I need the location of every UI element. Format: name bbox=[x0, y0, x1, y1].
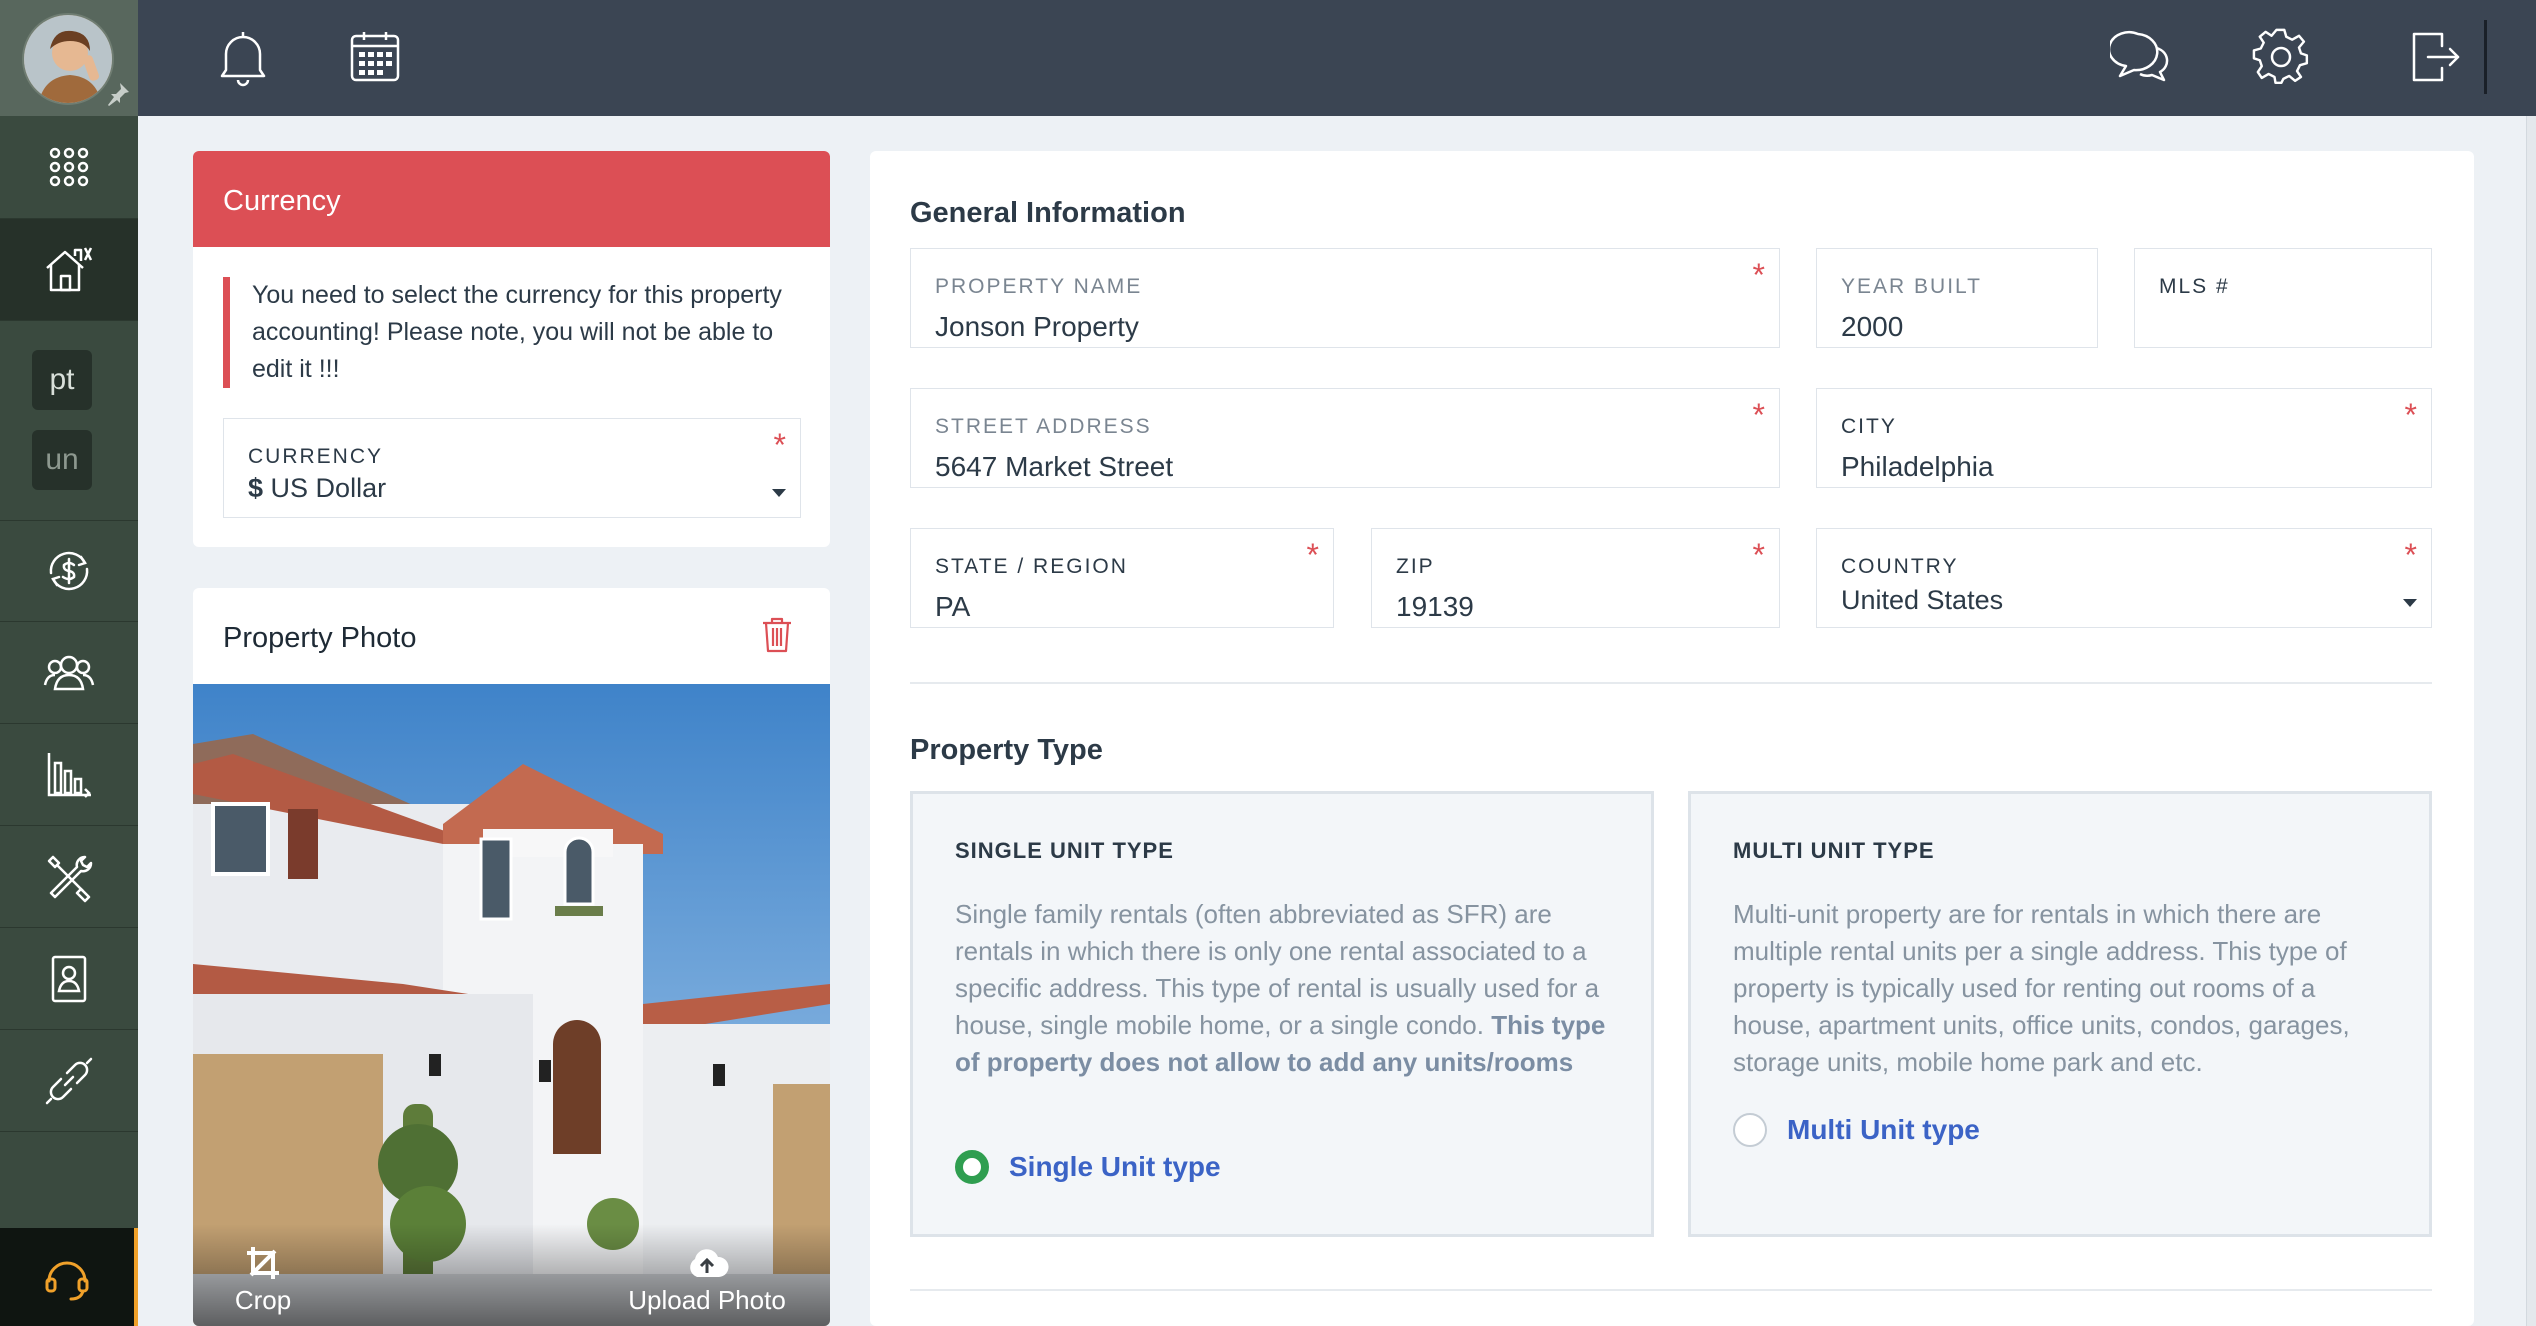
sidebar-item-accounting[interactable] bbox=[0, 520, 138, 622]
year-built-label: YEAR BUILT bbox=[1841, 275, 1982, 298]
sidebar-item-integrations[interactable] bbox=[0, 1030, 138, 1132]
required-marker: * bbox=[1752, 537, 1765, 573]
headset-icon bbox=[45, 1261, 89, 1301]
property-photo-title: Property Photo bbox=[223, 622, 417, 654]
logout-icon[interactable] bbox=[2404, 26, 2466, 88]
general-information-card: General Information PROPERTY NAME * Jons… bbox=[870, 151, 2474, 1326]
contacts-icon bbox=[43, 655, 95, 690]
mls-label: MLS # bbox=[2159, 275, 2230, 298]
single-unit-radio-option[interactable]: Single Unit type bbox=[955, 1150, 1221, 1184]
street-address-field[interactable]: STREET ADDRESS * 5647 Market Street bbox=[910, 388, 1780, 488]
property-shortcut-un[interactable]: un bbox=[32, 430, 92, 490]
property-name-value: Jonson Property bbox=[935, 311, 1139, 342]
sidebar: pt un bbox=[0, 0, 138, 1326]
properties-icon bbox=[46, 246, 93, 291]
multi-unit-heading: MULTI UNIT TYPE bbox=[1733, 838, 1935, 863]
multi-unit-radio[interactable] bbox=[1733, 1113, 1767, 1147]
chevron-down-icon bbox=[772, 489, 786, 497]
support-button[interactable] bbox=[0, 1228, 134, 1326]
currency-card-title: Currency bbox=[193, 151, 830, 247]
property-photo: Crop Upload Photo bbox=[193, 684, 830, 1326]
city-field[interactable]: CITY * Philadelphia bbox=[1816, 388, 2432, 488]
city-label: CITY bbox=[1841, 415, 1897, 438]
sidebar-item-properties[interactable] bbox=[0, 219, 138, 321]
currency-alert: You need to select the currency for this… bbox=[223, 277, 803, 388]
crop-label: Crop bbox=[234, 1285, 292, 1315]
multi-unit-radio-option[interactable]: Multi Unit type bbox=[1733, 1113, 1980, 1147]
accounting-icon bbox=[49, 551, 89, 591]
reports-icon bbox=[47, 752, 91, 798]
multi-unit-option-label: Multi Unit type bbox=[1787, 1114, 1980, 1145]
support-accent-edge bbox=[134, 1228, 138, 1326]
upload-photo-button[interactable]: Upload Photo bbox=[617, 1249, 797, 1316]
zip-label: ZIP bbox=[1396, 555, 1435, 578]
currency-select[interactable]: CURRENCY * $ US Dollar bbox=[223, 418, 801, 518]
currency-card: Currency You need to select the currency… bbox=[193, 151, 830, 547]
multi-unit-description: Multi-unit property are for rentals in w… bbox=[1733, 899, 2350, 1077]
zip-value: 19139 bbox=[1396, 591, 1474, 622]
topbar-separator bbox=[2484, 20, 2487, 94]
chevron-down-icon bbox=[2403, 599, 2417, 607]
state-region-value: PA bbox=[935, 591, 971, 622]
required-marker: * bbox=[2404, 397, 2417, 433]
state-region-label: STATE / REGION bbox=[935, 555, 1128, 578]
required-marker: * bbox=[1306, 537, 1319, 573]
single-unit-heading: SINGLE UNIT TYPE bbox=[955, 838, 1174, 863]
required-marker: * bbox=[1752, 397, 1765, 433]
property-shortcut-pt[interactable]: pt bbox=[32, 350, 92, 410]
trash-icon[interactable] bbox=[760, 616, 794, 654]
integrations-link-icon bbox=[45, 1057, 93, 1104]
documents-icon bbox=[51, 955, 87, 1002]
crop-icon bbox=[247, 1247, 279, 1279]
maintenance-tools-icon bbox=[47, 855, 93, 902]
property-name-label: PROPERTY NAME bbox=[935, 275, 1143, 298]
user-avatar-area bbox=[0, 0, 138, 116]
year-built-field[interactable]: YEAR BUILT 2000 bbox=[1816, 248, 2098, 348]
required-marker: * bbox=[773, 427, 786, 463]
required-marker: * bbox=[1752, 257, 1765, 293]
crop-button[interactable]: Crop bbox=[223, 1245, 303, 1316]
country-label: COUNTRY bbox=[1841, 555, 1959, 578]
section-divider bbox=[910, 1289, 2432, 1291]
state-region-field[interactable]: STATE / REGION * PA bbox=[910, 528, 1334, 628]
cloud-upload-icon bbox=[690, 1249, 729, 1277]
country-value: United States bbox=[1841, 585, 2004, 615]
chat-icon[interactable] bbox=[2110, 26, 2172, 88]
page-scrollbar[interactable] bbox=[2526, 116, 2536, 1326]
sidebar-item-maintenance[interactable] bbox=[0, 826, 138, 928]
bell-icon[interactable] bbox=[212, 26, 274, 88]
general-information-title: General Information bbox=[910, 197, 1186, 229]
mls-field[interactable]: MLS # bbox=[2134, 248, 2432, 348]
required-marker: * bbox=[2404, 537, 2417, 573]
single-unit-description: Single family rentals (often abbreviated… bbox=[955, 899, 1606, 1077]
year-built-value: 2000 bbox=[1841, 311, 1904, 342]
zip-field[interactable]: ZIP * 19139 bbox=[1371, 528, 1780, 628]
street-address-value: 5647 Market Street bbox=[935, 451, 1174, 482]
gear-icon[interactable] bbox=[2250, 26, 2312, 88]
street-address-label: STREET ADDRESS bbox=[935, 415, 1152, 438]
single-unit-radio[interactable] bbox=[955, 1150, 989, 1184]
property-photo-card: Property Photo Crop Upload Photo bbox=[193, 588, 830, 1326]
city-value: Philadelphia bbox=[1841, 451, 1994, 482]
calendar-icon[interactable] bbox=[344, 26, 406, 88]
section-divider bbox=[910, 682, 2432, 684]
topbar bbox=[138, 0, 2536, 116]
sidebar-item-documents[interactable] bbox=[0, 928, 138, 1030]
property-name-field[interactable]: PROPERTY NAME * Jonson Property bbox=[910, 248, 1780, 348]
property-type-title: Property Type bbox=[910, 734, 1103, 766]
sidebar-item-apps[interactable] bbox=[0, 116, 138, 219]
upload-photo-label: Upload Photo bbox=[628, 1285, 786, 1315]
country-select[interactable]: COUNTRY * United States bbox=[1816, 528, 2432, 628]
multi-unit-type-box[interactable]: MULTI UNIT TYPE Multi-unit property are … bbox=[1688, 791, 2432, 1237]
single-unit-type-box[interactable]: SINGLE UNIT TYPE Single family rentals (… bbox=[910, 791, 1654, 1237]
currency-label: CURRENCY bbox=[248, 445, 384, 468]
single-unit-option-label: Single Unit type bbox=[1009, 1151, 1221, 1182]
pin-icon[interactable] bbox=[104, 80, 132, 108]
avatar[interactable] bbox=[22, 13, 114, 105]
apps-grid-icon bbox=[49, 147, 89, 187]
currency-value: $ US Dollar bbox=[248, 473, 387, 503]
sidebar-item-reports[interactable] bbox=[0, 724, 138, 826]
sidebar-item-contacts[interactable] bbox=[0, 622, 138, 724]
